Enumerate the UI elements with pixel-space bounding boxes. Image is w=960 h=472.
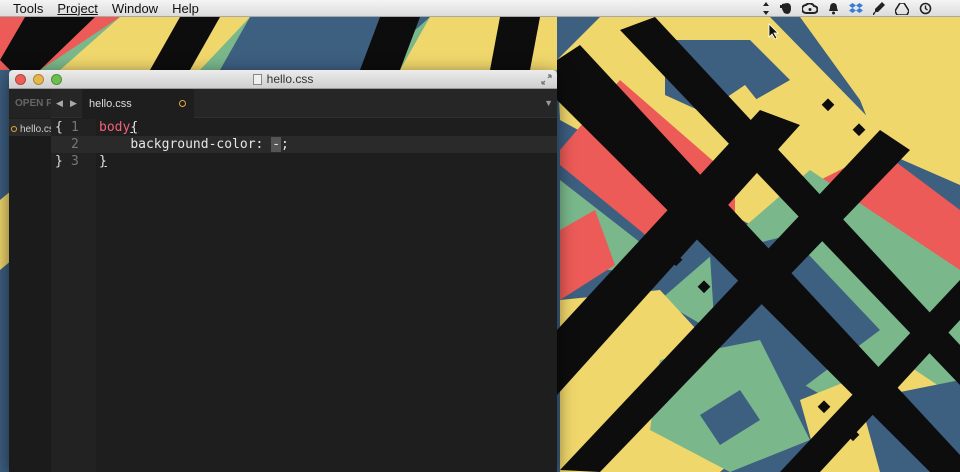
code-line-3[interactable]: } 3 } <box>51 153 557 170</box>
window-title: hello.css <box>266 72 314 86</box>
code-editor[interactable]: { 1 body{ 2 background-color: -; } 3 } <box>51 119 557 472</box>
zoom-window-button[interactable] <box>51 74 62 85</box>
unsaved-indicator-icon[interactable] <box>179 100 186 107</box>
sidebar-file-hello-css[interactable]: hello.css <box>9 119 51 136</box>
nav-back-icon[interactable]: ◀ <box>56 98 63 109</box>
window-titlebar[interactable]: hello.css <box>9 70 557 89</box>
tab-dropdown-icon[interactable]: ▼ <box>544 98 553 108</box>
code-text: background-color: -; <box>99 136 289 153</box>
menu-status-icons <box>762 0 932 17</box>
document-icon <box>252 73 262 85</box>
notification-bell-icon[interactable] <box>828 2 839 15</box>
editor-window: hello.css OPEN F ◀ ▶ hello.css ▼ hello.c… <box>9 70 557 472</box>
code-line-2[interactable]: 2 background-color: -; <box>51 136 557 153</box>
sidebar-file-label: hello.css <box>20 123 51 135</box>
nav-forward-icon[interactable]: ▶ <box>70 98 77 109</box>
tab-bar: OPEN F ◀ ▶ hello.css ▼ <box>9 89 557 118</box>
tab-hello-css[interactable]: hello.css <box>82 89 194 118</box>
menu-help[interactable]: Help <box>165 0 206 17</box>
open-brace: { <box>130 120 139 135</box>
line-number: 2 <box>71 137 79 152</box>
sync-icon[interactable] <box>762 2 770 15</box>
line-number: 3 <box>71 154 79 169</box>
fold-marker-icon[interactable]: } <box>55 153 63 170</box>
dropbox-icon[interactable] <box>849 2 863 15</box>
open-files-sidebar: hello.css <box>9 119 51 472</box>
fold-marker-icon[interactable]: { <box>55 119 63 136</box>
css-selector: body <box>99 120 131 135</box>
menu-project[interactable]: Project <box>50 0 104 17</box>
close-window-button[interactable] <box>15 74 26 85</box>
menu-bar: Tools Project Window Help <box>0 0 960 17</box>
css-property: background-color: <box>130 137 272 152</box>
minimize-window-button[interactable] <box>33 74 44 85</box>
close-brace: } <box>99 154 107 169</box>
evernote-icon[interactable] <box>780 2 792 15</box>
code-text: body{ <box>99 119 138 136</box>
time-machine-icon[interactable] <box>919 2 932 15</box>
unsaved-dot-icon <box>11 126 17 132</box>
line-gutter <box>51 119 96 472</box>
fullscreen-icon[interactable] <box>541 74 552 85</box>
menu-window[interactable]: Window <box>105 0 165 17</box>
pen-icon[interactable] <box>873 2 885 15</box>
css-value-placeholder: - <box>271 137 282 152</box>
semicolon: ; <box>281 137 289 152</box>
code-line-1[interactable]: { 1 body{ <box>51 119 557 136</box>
creative-cloud-icon[interactable] <box>802 3 818 14</box>
open-files-header: OPEN F <box>9 89 51 118</box>
menu-tools[interactable]: Tools <box>0 0 50 17</box>
google-drive-icon[interactable] <box>895 2 909 15</box>
line-number: 1 <box>71 120 79 135</box>
tab-label: hello.css <box>89 98 132 110</box>
